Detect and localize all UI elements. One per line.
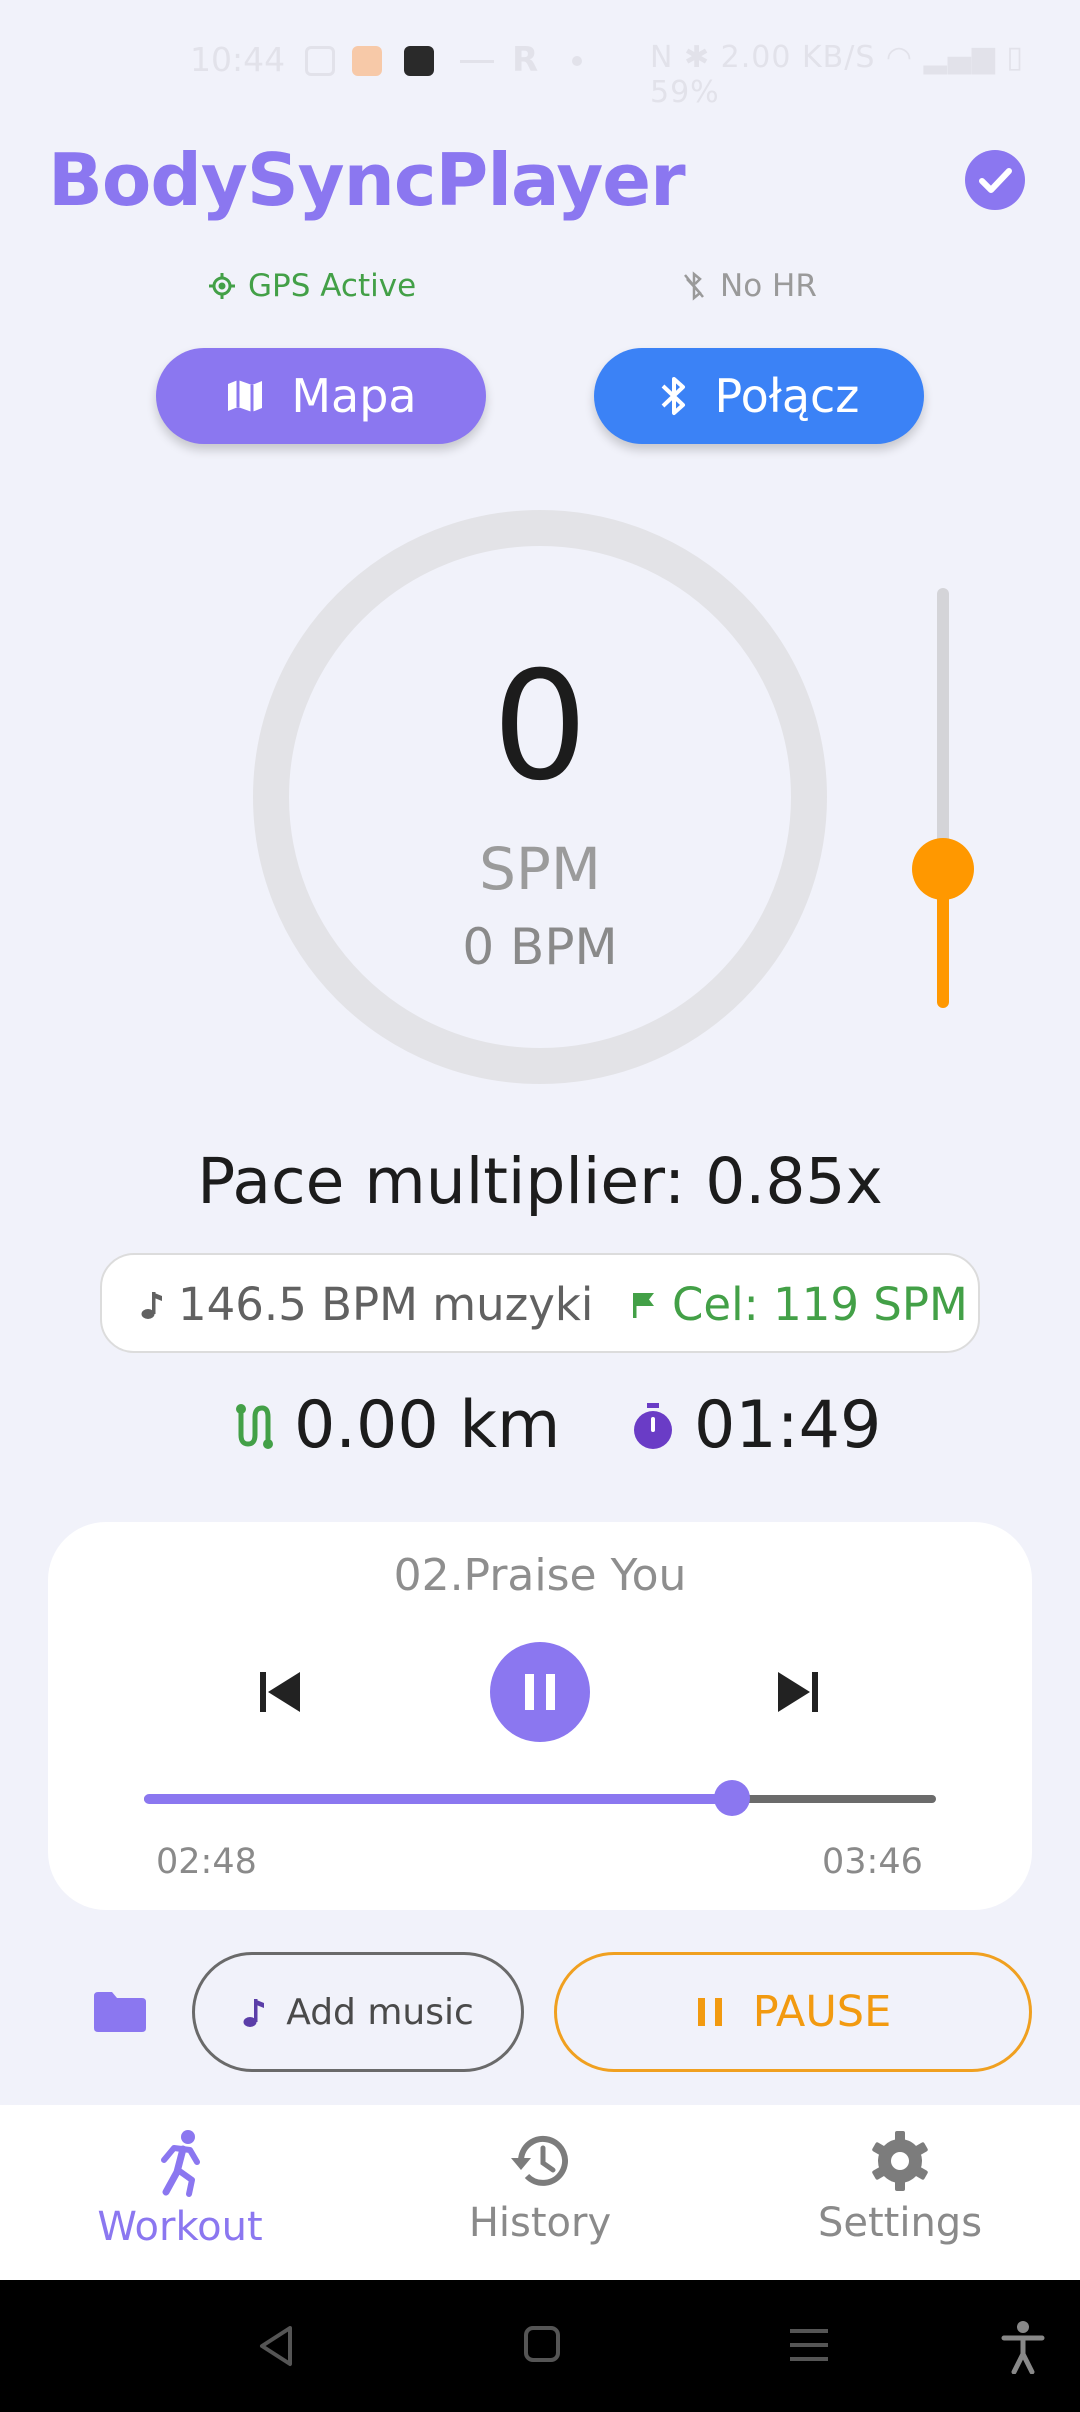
- previous-button[interactable]: [252, 1664, 308, 1720]
- pause-workout-button[interactable]: PAUSE: [554, 1952, 1032, 2072]
- track-title: 02.Praise You: [393, 1550, 687, 1601]
- status-bar: 10:44 R N ✱ 2.00 KB/S ◠ ▂▄▆ ▯ 59%: [0, 0, 1080, 120]
- add-music-label: Add music: [286, 1991, 474, 2033]
- status-right: N ✱ 2.00 KB/S ◠ ▂▄▆ ▯ 59%: [650, 40, 1024, 110]
- nav-history-label: History: [468, 2200, 612, 2246]
- stopwatch-icon: [634, 1402, 672, 1449]
- distance-stat: 0.00 km: [230, 1388, 560, 1463]
- system-navigation-bar: [0, 2280, 1080, 2412]
- pause-workout-label: PAUSE: [752, 1987, 892, 2037]
- pause-icon: [525, 1674, 555, 1710]
- map-icon: [228, 380, 263, 412]
- nav-workout-label: Workout: [97, 2204, 263, 2250]
- r-icon: R: [512, 40, 539, 80]
- dot-icon: [572, 56, 582, 66]
- mail-icon: [404, 46, 434, 76]
- spm-value: 0: [492, 640, 588, 814]
- bluetooth-disabled-icon: [684, 271, 704, 301]
- route-icon: [236, 1403, 273, 1449]
- pause-icon: [697, 1998, 722, 2026]
- instagram-icon: [305, 46, 335, 76]
- skip-previous-icon: [260, 1672, 300, 1712]
- flag-icon: [633, 1292, 654, 1318]
- gps-status-label: GPS Active: [248, 268, 417, 304]
- spm-label: SPM: [479, 835, 601, 903]
- music-bpm: 146.5 BPM muzyki: [140, 1278, 593, 1331]
- target-spm-label: Cel: 119 SPM: [672, 1278, 968, 1331]
- back-icon[interactable]: [256, 2324, 296, 2368]
- folder-button[interactable]: [92, 1990, 148, 2034]
- menu-icon[interactable]: [788, 2326, 830, 2364]
- pace-multiplier: Pace multiplier: 0.85x: [197, 1145, 883, 1218]
- connect-button[interactable]: Połącz: [594, 348, 924, 444]
- hr-status: No HR: [682, 268, 817, 304]
- status-time: 10:44: [190, 40, 286, 79]
- running-icon: [161, 2130, 200, 2197]
- notification-dash-icon: [460, 60, 494, 63]
- gps-icon: [209, 273, 235, 299]
- play-pause-button[interactable]: [490, 1642, 590, 1742]
- distance-value: 0.00 km: [294, 1388, 561, 1463]
- target-spm: Cel: 119 SPM: [630, 1278, 968, 1331]
- music-note-icon: [243, 1999, 265, 2027]
- pace-slider-thumb[interactable]: [912, 838, 974, 900]
- next-button[interactable]: [770, 1664, 826, 1720]
- music-note-icon: [141, 1291, 162, 1319]
- nav-settings-label: Settings: [817, 2200, 983, 2246]
- hr-status-label: No HR: [720, 268, 817, 304]
- app-notification-icon: [352, 46, 382, 76]
- bluetooth-icon: [661, 377, 685, 415]
- nav-settings[interactable]: Settings: [720, 2110, 1080, 2280]
- app-title: BodySyncPlayer: [48, 138, 686, 222]
- accessibility-icon[interactable]: [1000, 2320, 1046, 2374]
- elapsed-time: 02:48: [156, 1842, 257, 1882]
- history-icon: [511, 2135, 568, 2186]
- check-button[interactable]: [965, 150, 1025, 210]
- nav-workout[interactable]: Workout: [0, 2110, 360, 2280]
- connect-button-label: Połącz: [714, 369, 860, 423]
- music-bpm-label: 146.5 BPM muzyki: [178, 1278, 594, 1331]
- pace-slider-track[interactable]: [937, 588, 949, 870]
- progress-fill: [144, 1794, 733, 1804]
- gear-icon: [872, 2131, 928, 2191]
- check-icon: [979, 168, 1012, 193]
- map-button[interactable]: Mapa: [156, 348, 486, 444]
- home-icon[interactable]: [522, 2324, 562, 2364]
- time-value: 01:49: [694, 1388, 882, 1463]
- folder-icon: [94, 1992, 146, 2032]
- total-time: 03:46: [822, 1842, 923, 1882]
- add-music-button[interactable]: Add music: [192, 1952, 524, 2072]
- skip-next-icon: [778, 1672, 818, 1712]
- map-button-label: Mapa: [291, 369, 417, 423]
- time-stat: 01:49: [630, 1388, 881, 1463]
- nav-history[interactable]: History: [360, 2110, 720, 2280]
- gps-status: GPS Active: [208, 268, 416, 304]
- bpm-value: 0 BPM: [462, 918, 618, 976]
